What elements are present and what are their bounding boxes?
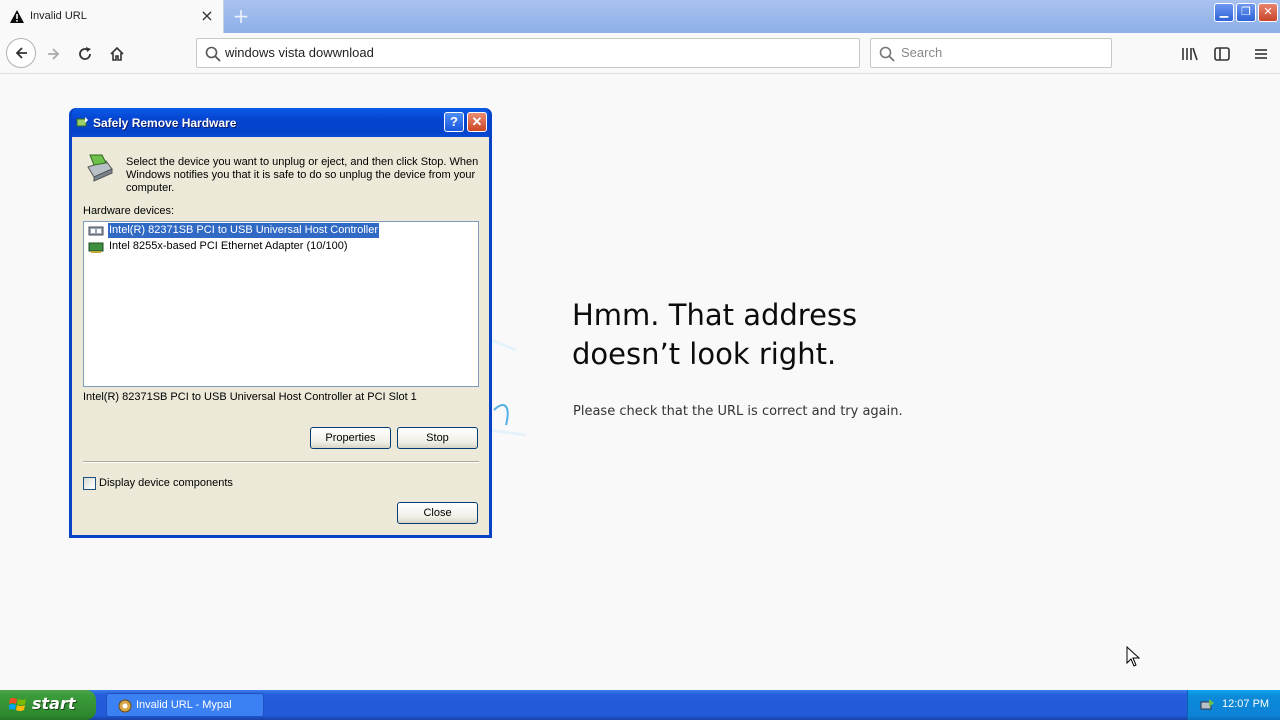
search-bar[interactable] <box>870 38 1112 68</box>
safely-remove-hardware-tray-icon[interactable] <box>1199 698 1215 712</box>
restore-icon[interactable]: ❐ <box>1236 3 1256 22</box>
back-button[interactable] <box>6 38 36 68</box>
tab-title: Invalid URL <box>30 10 87 22</box>
back-arrow-icon <box>15 47 27 59</box>
dialog-title: Safely Remove Hardware <box>93 116 237 130</box>
mypal-browser-icon <box>118 699 132 713</box>
screen: Invalid URL × + ▁ ❐ ✕ windows vista doww… <box>0 0 1280 720</box>
reload-button[interactable] <box>71 40 99 68</box>
hardware-device-icon <box>87 154 113 182</box>
device-label: Intel(R) 82371SB PCI to USB Universal Ho… <box>107 222 380 239</box>
clock: 12:07 PM <box>1222 698 1270 710</box>
selected-device-description: Intel(R) 82371SB PCI to USB Universal Ho… <box>83 391 417 403</box>
dialog-separator <box>83 461 479 463</box>
library-button[interactable] <box>1176 40 1204 68</box>
library-icon <box>1182 47 1198 61</box>
forward-button[interactable] <box>40 40 68 68</box>
hardware-device-list[interactable]: Intel(R) 82371SB PCI to USB Universal Ho… <box>83 221 479 387</box>
home-icon <box>110 46 124 61</box>
dialog-titlebar[interactable]: Safely Remove Hardware ? ✕ <box>72 108 489 137</box>
mouse-cursor-icon <box>1126 646 1140 667</box>
navigation-toolbar <box>0 33 1280 74</box>
taskbar: start Invalid URL - Mypal 12:07 PM <box>0 690 1280 720</box>
url-bar[interactable] <box>196 38 860 68</box>
error-illustration <box>487 338 527 437</box>
hamburger-menu-icon <box>1255 49 1267 59</box>
usb-icon <box>88 226 104 236</box>
start-label: start <box>32 694 76 713</box>
menu-button[interactable] <box>1247 40 1275 68</box>
device-label: Intel 8255x-based PCI Ethernet Adapter (… <box>109 240 348 252</box>
system-tray: 12:07 PM <box>1187 690 1280 720</box>
sidebar-icon <box>1214 47 1230 61</box>
network-card-icon <box>88 242 104 253</box>
search-input[interactable] <box>901 45 1101 60</box>
error-title: Hmm. That address doesn’t look right. <box>572 298 858 371</box>
properties-button[interactable]: Properties <box>310 427 391 449</box>
taskbar-item-label: Invalid URL - Mypal <box>136 699 232 711</box>
home-button[interactable] <box>103 40 131 68</box>
safely-remove-hardware-dialog: Safely Remove Hardware ? ✕ Select the de… <box>69 108 492 538</box>
start-button[interactable]: start <box>0 690 96 720</box>
error-message: Please check that the URL is correct and… <box>573 404 903 419</box>
warning-icon <box>10 10 24 23</box>
display-device-components-label[interactable]: Display device components <box>99 477 233 489</box>
hardware-devices-label: Hardware devices: <box>83 205 175 217</box>
dialog-body: Select the device you want to unplug or … <box>72 137 489 535</box>
dialog-close-icon[interactable]: ✕ <box>467 112 487 132</box>
display-device-components-checkbox[interactable] <box>83 477 96 490</box>
windows-logo-icon <box>9 698 26 711</box>
tab-strip: Invalid URL × + ▁ ❐ ✕ <box>0 0 1280 33</box>
sidebar-button[interactable] <box>1208 40 1236 68</box>
window-close-icon[interactable]: ✕ <box>1258 3 1278 22</box>
search-icon <box>205 46 221 62</box>
stop-button[interactable]: Stop <box>397 427 478 449</box>
hardware-icon <box>76 117 88 127</box>
search-icon <box>879 46 895 62</box>
tab-close-icon[interactable]: × <box>199 8 215 25</box>
forward-arrow-icon <box>48 48 60 60</box>
new-tab-icon[interactable]: + <box>230 6 252 28</box>
close-button[interactable]: Close <box>397 502 478 524</box>
dialog-instructions: Select the device you want to unplug or … <box>126 156 479 194</box>
url-input[interactable] <box>225 45 825 60</box>
help-button[interactable]: ? <box>444 112 464 132</box>
reload-icon <box>79 47 91 60</box>
taskbar-item-mypal[interactable]: Invalid URL - Mypal <box>106 693 264 717</box>
window-controls: ▁ ❐ ✕ <box>1214 3 1278 22</box>
tab-invalid-url[interactable]: Invalid URL × <box>0 0 224 33</box>
minimize-icon[interactable]: ▁ <box>1214 3 1234 22</box>
